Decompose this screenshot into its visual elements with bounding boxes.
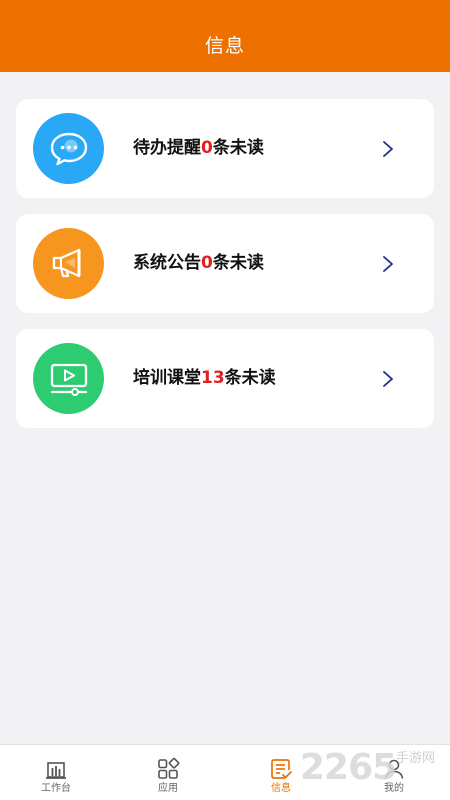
card-label: 系统公告0条未读 xyxy=(133,252,264,274)
top-header: 信息 xyxy=(0,0,450,72)
chat-bubble-icon xyxy=(33,113,104,184)
video-player-icon xyxy=(33,343,104,414)
tab-messages[interactable]: 信息 xyxy=(225,745,337,800)
unread-suffix: 条未读 xyxy=(212,253,264,273)
chevron-right-icon[interactable] xyxy=(380,370,396,388)
card-label: 待办提醒0条未读 xyxy=(133,137,264,159)
tab-workbench[interactable]: 工作台 xyxy=(0,745,112,800)
bar-chart-icon xyxy=(46,762,66,779)
card-system-announcement[interactable]: 系统公告0条未读 xyxy=(16,214,434,313)
person-icon xyxy=(384,759,404,779)
card-label: 培训课堂13条未读 xyxy=(133,367,276,389)
unread-count: 13 xyxy=(201,368,225,388)
unread-suffix: 条未读 xyxy=(212,138,264,158)
tab-label: 信息 xyxy=(271,783,291,794)
card-title: 待办提醒 xyxy=(133,138,201,158)
card-title: 系统公告 xyxy=(133,253,201,273)
app-grid-icon xyxy=(158,757,180,779)
unread-count: 0 xyxy=(201,253,213,273)
chevron-right-icon[interactable] xyxy=(380,255,396,273)
tab-label: 我的 xyxy=(384,783,404,794)
chevron-right-icon[interactable] xyxy=(380,140,396,158)
card-todo-reminder[interactable]: 待办提醒0条未读 xyxy=(16,99,434,198)
card-title: 培训课堂 xyxy=(133,368,201,388)
page-title: 信息 xyxy=(204,35,245,57)
card-training-class[interactable]: 培训课堂13条未读 xyxy=(16,329,434,428)
unread-count: 0 xyxy=(201,138,213,158)
bottom-tab-bar: 工作台 应用 信息 我的 xyxy=(0,744,450,800)
tab-mine[interactable]: 我的 xyxy=(338,745,450,800)
tab-label: 工作台 xyxy=(41,783,71,794)
megaphone-icon xyxy=(33,228,104,299)
tab-apps[interactable]: 应用 xyxy=(112,745,224,800)
unread-suffix: 条未读 xyxy=(224,368,276,388)
checklist-icon xyxy=(271,759,292,779)
tab-label: 应用 xyxy=(158,783,178,794)
